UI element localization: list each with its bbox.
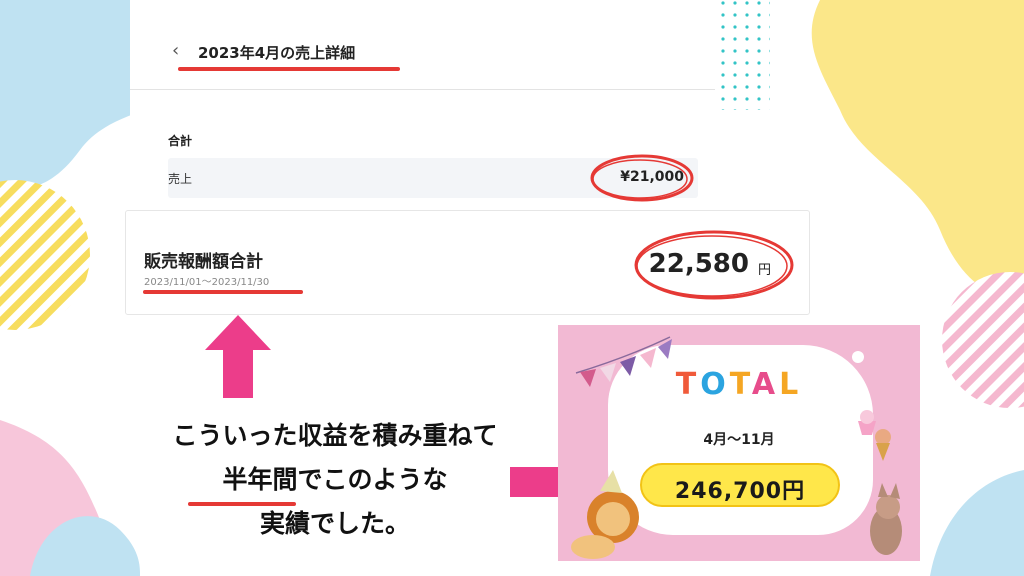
reward-title: 販売報酬額合計 — [144, 252, 263, 272]
total-letter-o: O — [700, 367, 730, 402]
sales-value: ¥21,000 — [620, 169, 684, 185]
reward-total-card: 販売報酬額合計 2023/11/01〜2023/11/30 22,580 円 — [125, 210, 810, 315]
promo-amount-pill: 246,700円 — [640, 463, 840, 507]
promo-range: 4月〜11月 — [703, 432, 775, 448]
promo-total-title: TOTAL — [558, 367, 920, 402]
page-header: ‹ 2023年4月の売上詳細 — [130, 30, 715, 90]
chevron-left-icon[interactable]: ‹ — [172, 40, 179, 61]
caption: こういった収益を積み重ねて 半年間でこのような 実績でした。 — [120, 414, 550, 546]
star-icon — [852, 351, 864, 363]
lion-icon — [571, 470, 639, 559]
total-letter-t: T — [675, 367, 701, 402]
total-letter-a: A — [751, 367, 780, 402]
caption-underline — [188, 502, 296, 506]
up-arrow-icon — [205, 315, 271, 398]
caption-line-2: 半年間でこのような — [222, 465, 448, 494]
sales-row: 売上 ¥21,000 — [168, 158, 698, 198]
reward-underline — [143, 290, 303, 294]
caption-line-3: 実績でした。 — [259, 509, 410, 538]
total-label: 合計 — [168, 134, 193, 148]
reward-currency: 円 — [757, 263, 771, 278]
title-underline — [178, 67, 400, 71]
total-letter-l: L — [779, 367, 803, 402]
page-title: 2023年4月の売上詳細 — [198, 44, 356, 62]
promo-amount: 246,700円 — [674, 479, 806, 504]
total-promo-card: TOTAL 4月〜11月 246,700円 — [558, 325, 920, 561]
total-letter-t2: T — [729, 367, 752, 402]
caption-line-1: こういった収益を積み重ねて — [172, 421, 498, 450]
reward-period: 2023/11/01〜2023/11/30 — [144, 277, 270, 288]
fox-icon — [870, 483, 902, 555]
reward-amount: 22,580 — [648, 249, 749, 279]
sales-label: 売上 — [168, 172, 193, 186]
